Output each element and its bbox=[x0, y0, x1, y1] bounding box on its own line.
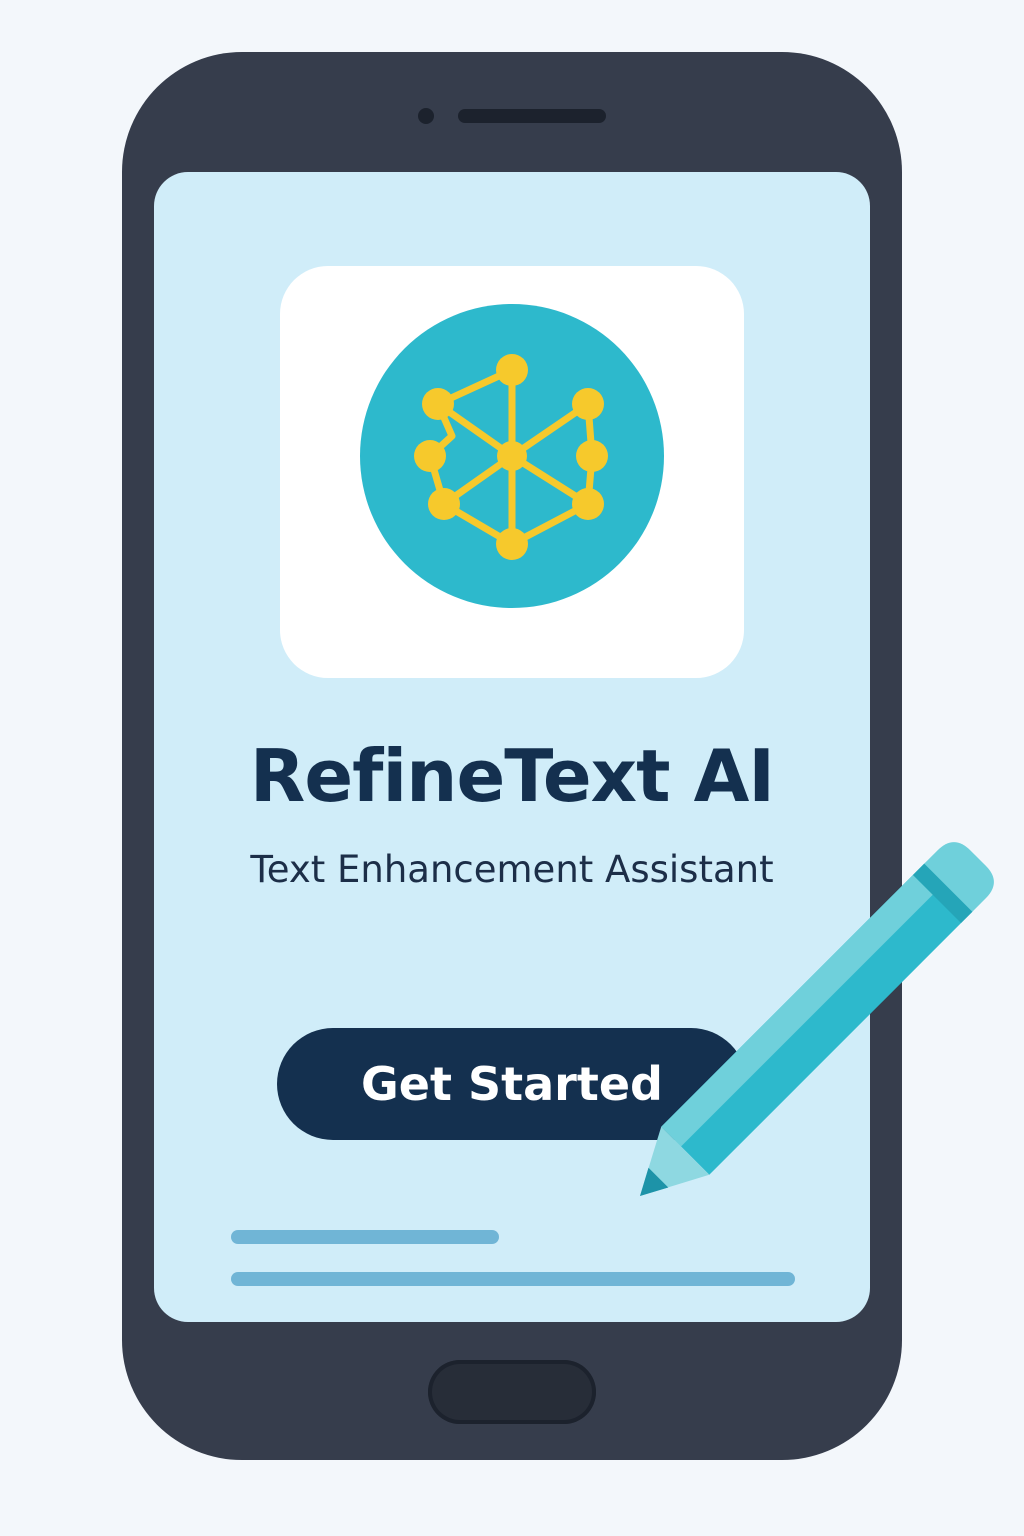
app-logo-card bbox=[280, 266, 744, 678]
text-line-long bbox=[231, 1272, 795, 1286]
earpiece-speaker bbox=[458, 109, 606, 123]
app-title: RefineText AI bbox=[249, 734, 775, 818]
phone-frame: RefineText AI Text Enhancement Assistant… bbox=[122, 52, 902, 1460]
text-line-short bbox=[231, 1230, 499, 1244]
stage: RefineText AI Text Enhancement Assistant… bbox=[0, 0, 1024, 1536]
network-nodes-icon bbox=[360, 304, 664, 608]
get-started-button[interactable]: Get Started bbox=[277, 1028, 747, 1140]
phone-screen: RefineText AI Text Enhancement Assistant… bbox=[154, 172, 870, 1322]
app-subtitle: Text Enhancement Assistant bbox=[250, 848, 774, 891]
front-camera bbox=[418, 108, 434, 124]
home-button[interactable] bbox=[428, 1360, 596, 1424]
